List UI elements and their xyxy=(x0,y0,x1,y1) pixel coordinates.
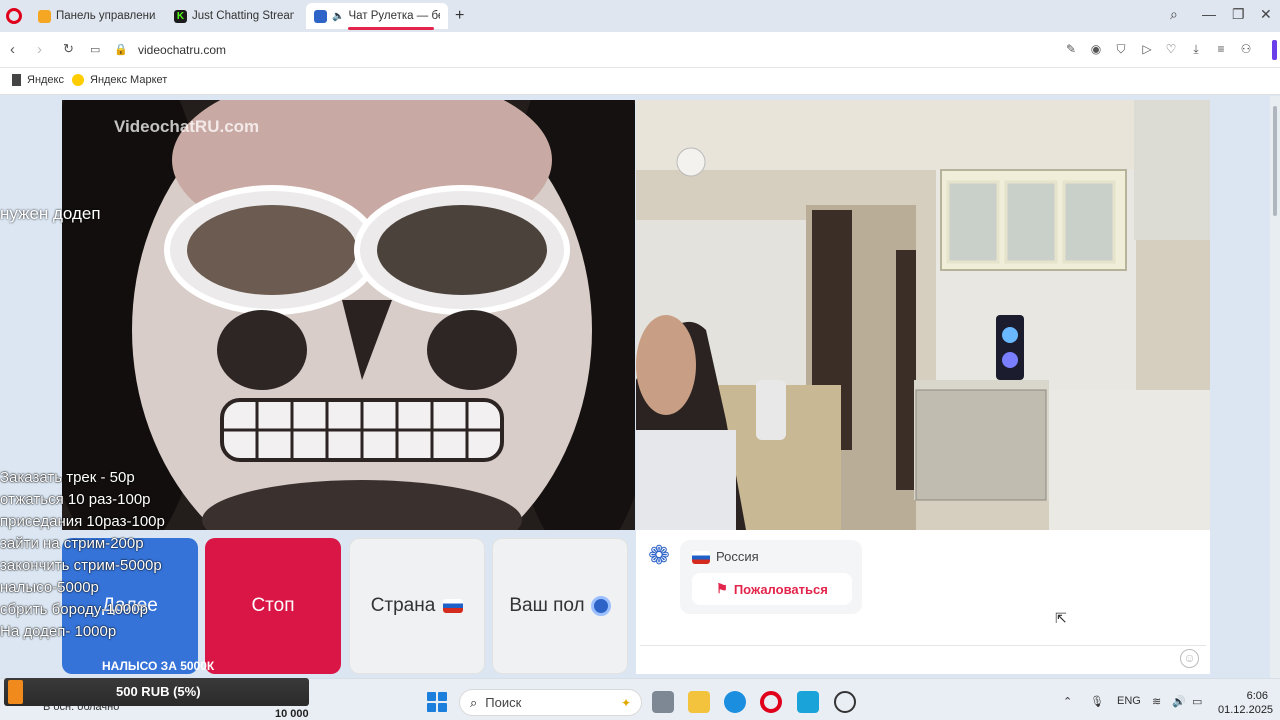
self-video xyxy=(62,100,635,530)
russia-flag-icon xyxy=(443,599,464,613)
watermark: VideochatRU.com xyxy=(114,117,260,136)
scroll-thumb[interactable] xyxy=(1273,106,1277,216)
videochat-icon xyxy=(314,9,327,23)
sparkle-icon: ✦ xyxy=(620,695,631,710)
gender-button[interactable]: Ваш пол xyxy=(492,538,628,674)
partner-country: Россия xyxy=(716,549,759,564)
tab-donationalerts[interactable]: Панель управления - Do xyxy=(30,3,164,29)
battery-icon[interactable]: ▭ xyxy=(1192,695,1202,708)
minimize-button[interactable]: — xyxy=(1202,6,1216,22)
donation-amount: 500 RUB (5%) xyxy=(116,684,201,699)
russia-flag-icon xyxy=(692,551,710,564)
reload-icon[interactable]: ↻ xyxy=(63,41,74,57)
edge-icon[interactable] xyxy=(724,691,746,713)
bookmarks-bar: Яндекс Яндекс Маркет xyxy=(0,68,1280,95)
camera-icon[interactable]: ▭ xyxy=(90,43,100,56)
gender-icon xyxy=(590,596,611,616)
donation-goal: 10 000 xyxy=(275,708,309,720)
tab-label: Панель управления - Do xyxy=(56,10,156,22)
menu-item: Заказать трек - 50р xyxy=(0,469,135,486)
sidebar-indicator xyxy=(1272,40,1277,60)
kick-icon: K xyxy=(174,9,187,23)
chat-divider xyxy=(640,645,1206,646)
snapshot-icon[interactable]: ◉ xyxy=(1089,42,1103,56)
menu-item: закончить стрим-5000р xyxy=(0,557,162,574)
menu-icon[interactable]: ≡ xyxy=(1214,42,1228,56)
bookmark-yandex-market[interactable]: Яндекс Маркет xyxy=(72,74,167,86)
url-text[interactable]: videochatru.com xyxy=(138,43,226,57)
menu-item: На додеп- 1000р xyxy=(0,623,117,640)
bookmark-yandex[interactable]: Яндекс xyxy=(12,74,64,86)
download-icon[interactable]: ⤓ xyxy=(1189,42,1203,56)
language-indicator[interactable]: ENG xyxy=(1117,695,1141,707)
self-video-frame xyxy=(62,100,635,530)
file-explorer-icon[interactable] xyxy=(688,691,710,713)
donationalerts-icon xyxy=(38,9,51,23)
stop-label: Стоп xyxy=(251,595,295,616)
tab-label: Just Chatting Streaming - xyxy=(192,10,294,22)
forward-icon[interactable]: › xyxy=(37,41,42,58)
flag-icon: ⚑ xyxy=(716,581,728,596)
profile-icon[interactable]: ⚇ xyxy=(1239,42,1253,56)
tab-videochat[interactable]: 🔈 Чат Рулетка — беспл xyxy=(306,3,448,29)
lock-icon: 🔒 xyxy=(114,44,128,56)
menu-item: налысо-5000р xyxy=(0,579,99,596)
page-scrollbar[interactable] xyxy=(1270,96,1280,678)
notes-icon[interactable] xyxy=(797,691,819,713)
new-tab-button[interactable]: + xyxy=(455,7,464,25)
emoji-icon[interactable]: ☺ xyxy=(1180,649,1199,668)
overlay-top-text: нужен додеп xyxy=(0,204,101,223)
address-bar: ‹ › ↻ ▭ 🔒 videochatru.com ✎ ◉ ⛉ ▷ ♡ ⤓ ≡ … xyxy=(0,32,1280,68)
browser-titlebar: Панель управления - Do K Just Chatting S… xyxy=(0,0,1280,32)
play-icon[interactable]: ▷ xyxy=(1140,42,1154,56)
clock-date: 01.12.2025 xyxy=(1218,704,1274,716)
search-placeholder: Поиск xyxy=(485,695,522,710)
edit-icon[interactable]: ✎ xyxy=(1064,42,1078,56)
chevron-up-icon[interactable]: ⌃ xyxy=(1063,695,1072,708)
tab-audio-indicator xyxy=(348,27,434,30)
search-icon: ⌕ xyxy=(470,694,478,710)
search-tabs-icon[interactable]: ⌕ xyxy=(1170,6,1178,23)
windows-start-icon[interactable] xyxy=(427,692,447,712)
country-label: Страна xyxy=(370,595,436,616)
country-button[interactable]: Страна xyxy=(349,538,485,674)
opera-icon[interactable] xyxy=(760,691,782,713)
report-button[interactable]: ⚑ Пожаловаться xyxy=(692,573,852,605)
obs-icon[interactable] xyxy=(834,691,856,713)
taskbar-search[interactable]: ⌕ Поиск ✦ xyxy=(459,689,642,716)
report-label: Пожаловаться xyxy=(733,581,828,597)
opera-menu-icon[interactable] xyxy=(6,8,22,24)
banner-text: НАЛЫСО ЗА 5000К xyxy=(102,659,215,673)
menu-item: отжаться 10 раз-100р xyxy=(0,491,151,508)
microphone-icon[interactable]: 🎙 xyxy=(1090,695,1104,708)
system-clock[interactable]: 6:06 01.12.2025 xyxy=(1218,689,1274,717)
bookmark-label: Яндекс xyxy=(27,74,64,86)
yandex-market-icon xyxy=(72,74,84,86)
stop-button[interactable]: Стоп xyxy=(205,538,341,674)
close-button[interactable]: ✕ xyxy=(1260,6,1272,23)
menu-item: зайти на стрим-200р xyxy=(0,535,144,552)
donation-progress-fill xyxy=(8,680,23,704)
tab-label: Чат Рулетка — беспл xyxy=(348,10,440,22)
wifi-icon[interactable]: ≋ xyxy=(1152,695,1161,708)
stranger-video-frame xyxy=(636,100,1210,530)
stranger-video xyxy=(636,100,1210,530)
maximize-button[interactable]: ❐ xyxy=(1232,6,1245,23)
menu-item: сбрить бороду-1000р xyxy=(0,601,148,618)
document-icon xyxy=(12,74,21,86)
volume-icon[interactable]: 🔊 xyxy=(1172,695,1186,708)
speaker-icon[interactable]: 🔈 xyxy=(332,11,344,22)
mouse-cursor-icon: ⇱ xyxy=(1055,610,1067,626)
gender-label: Ваш пол xyxy=(509,595,585,616)
donation-menu: Заказать трек - 50р отжаться 10 раз-100р… xyxy=(0,467,165,643)
task-view-icon[interactable] xyxy=(652,691,674,713)
videochat-logo-icon: ❁ xyxy=(648,540,670,570)
tab-kick[interactable]: K Just Chatting Streaming - xyxy=(166,3,302,29)
clock-time: 6:06 xyxy=(1246,690,1268,702)
menu-item: приседания 10раз-100р xyxy=(0,513,165,530)
shield-icon[interactable]: ⛉ xyxy=(1114,42,1128,56)
bookmark-label: Яндекс Маркет xyxy=(90,74,168,86)
heart-icon[interactable]: ♡ xyxy=(1164,42,1178,56)
back-icon[interactable]: ‹ xyxy=(10,41,15,58)
